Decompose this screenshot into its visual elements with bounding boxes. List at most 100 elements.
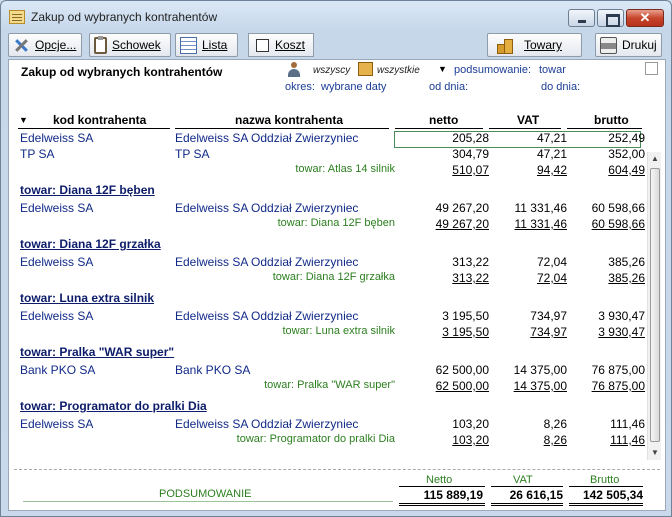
cell-nazwa: Edelweiss SA Oddział Zwierzyniec: [175, 309, 359, 323]
summary-value[interactable]: towar: [539, 64, 566, 76]
checkbox-box[interactable]: [256, 38, 269, 52]
group-header[interactable]: towar: Programator do pralki Dia: [9, 394, 653, 416]
filter-contractors[interactable]: wszyscy: [313, 65, 350, 76]
subtotal-row[interactable]: towar: Programator do pralki Dia 103,20 8,…: [9, 432, 653, 448]
subtotal-label: towar: Diana 12F grzałka: [272, 271, 395, 283]
towary-button[interactable]: Towary: [487, 33, 582, 57]
minimize-button[interactable]: [568, 9, 595, 27]
cell-brutto: 3 930,47: [598, 325, 645, 339]
maximize-button[interactable]: [597, 9, 624, 27]
filter-goods[interactable]: wszystkie: [377, 65, 420, 76]
subtotal-row[interactable]: towar: Atlas 14 silnik 510,07 94,42 604,49: [9, 162, 653, 178]
to-date-label: do dnia:: [541, 81, 581, 93]
subtotal-label: towar: Atlas 14 silnik: [295, 163, 395, 175]
group-label: towar: Pralka "WAR super": [20, 345, 175, 359]
opcje-button[interactable]: Opcje...: [8, 33, 82, 57]
footer-divider: [14, 469, 660, 470]
header-underline: [175, 128, 389, 129]
col-kod-header[interactable]: kod kontrahenta: [53, 113, 146, 128]
cell-netto: 304,79: [452, 147, 489, 161]
col-vat-header[interactable]: VAT: [517, 113, 539, 128]
group-header[interactable]: towar: Diana 12F grzałka: [9, 232, 653, 254]
scroll-down-icon[interactable]: ▼: [648, 446, 662, 460]
cell-vat: 734,97: [530, 325, 567, 339]
group-label: towar: Diana 12F grzałka: [20, 237, 161, 251]
scroll-thumb[interactable]: [650, 168, 660, 442]
footer-netto-label: Netto: [426, 474, 453, 486]
report-rows: Edelweiss SA Edelweiss SA Oddział Zwierzy…: [9, 130, 653, 448]
subtotal-row[interactable]: towar: Pralka "WAR super" 62 500,00 14 375…: [9, 378, 653, 394]
total-double-line: [399, 503, 485, 506]
close-button[interactable]: [626, 9, 664, 27]
cell-netto: 49 267,20: [435, 201, 489, 215]
group-header[interactable]: towar: Diana 12F bęben: [9, 178, 653, 200]
subtotal-label: towar: Programator do pralki Dia: [236, 433, 395, 445]
group-header[interactable]: towar: Pralka "WAR super": [9, 340, 653, 362]
vertical-scrollbar[interactable]: ▲ ▼: [647, 152, 661, 460]
cell-brutto: 60 598,66: [591, 217, 645, 231]
cell-vat: 72,04: [536, 255, 567, 269]
report-window: Zakup od wybranych kontrahentów Opcje...…: [0, 0, 672, 517]
options-checkbox[interactable]: [645, 62, 658, 75]
cell-brutto: 604,49: [608, 163, 645, 177]
summary-underline: [23, 501, 393, 502]
group-label: towar: Luna extra silnik: [20, 291, 155, 305]
subtotal-label: towar: Diana 12F bęben: [277, 217, 395, 229]
col-brutto-header[interactable]: brutto: [594, 113, 629, 128]
chevron-down-icon[interactable]: ▼: [438, 64, 447, 74]
cell-netto: 103,20: [452, 417, 489, 431]
cell-vat: 72,04: [536, 271, 567, 285]
cell-vat: 8,26: [543, 433, 567, 447]
cell-netto: 3 195,50: [442, 325, 489, 339]
cell-nazwa: Edelweiss SA Oddział Zwierzyniec: [175, 255, 359, 269]
from-date-label: od dnia:: [429, 81, 469, 93]
schowek-button[interactable]: Schowek: [89, 33, 171, 57]
cell-brutto: 111,46: [610, 433, 645, 447]
cell-vat: 14 375,00: [513, 363, 567, 377]
group-label: towar: Diana 12F bęben: [20, 183, 155, 197]
table-row[interactable]: Edelweiss SA Edelweiss SA Oddział Zwierzy…: [9, 130, 653, 148]
subtotal-label: towar: Luna extra silnik: [282, 325, 396, 337]
opcje-label: Opcje...: [35, 38, 77, 52]
table-row[interactable]: TP SA TP SA 304,79 47,21 352,00: [9, 146, 653, 162]
footer-line: [399, 486, 485, 487]
col-nazwa-header[interactable]: nazwa kontrahenta: [235, 113, 343, 128]
person-icon[interactable]: [287, 62, 301, 77]
footer-vat-label: VAT: [513, 474, 533, 486]
table-row[interactable]: Edelweiss SA Edelweiss SA Oddział Zwierzy…: [9, 416, 653, 432]
subtotal-row[interactable]: towar: Diana 12F bęben 49 267,20 11 331,46…: [9, 216, 653, 232]
table-row[interactable]: Edelweiss SA Edelweiss SA Oddział Zwierzy…: [9, 254, 653, 270]
lista-button[interactable]: Lista: [175, 33, 238, 57]
table-row[interactable]: Bank PKO SA Bank PKO SA 62 500,00 14 375,00…: [9, 362, 653, 378]
cell-kod: Edelweiss SA: [20, 201, 94, 215]
col-netto-header[interactable]: netto: [429, 113, 458, 128]
total-brutto: 142 505,34: [582, 488, 643, 502]
subtotal-row[interactable]: towar: Luna extra silnik 3 195,50 734,97 3 …: [9, 324, 653, 340]
group-header[interactable]: towar: Luna extra silnik: [9, 286, 653, 308]
cell-vat: 14 375,00: [513, 379, 567, 393]
total-double-line: [569, 503, 643, 506]
header-underline: [18, 128, 170, 129]
scroll-up-icon[interactable]: ▲: [648, 152, 662, 166]
towary-label: Towary: [524, 38, 563, 52]
table-row[interactable]: Edelweiss SA Edelweiss SA Oddział Zwierzy…: [9, 200, 653, 216]
table-row[interactable]: Edelweiss SA Edelweiss SA Oddział Zwierzy…: [9, 308, 653, 324]
sort-icon[interactable]: ▼: [19, 115, 28, 125]
drukuj-button[interactable]: Drukuj: [595, 33, 662, 57]
footer-brutto-label: Brutto: [590, 474, 620, 486]
koszt-checkbox[interactable]: Koszt: [248, 33, 314, 57]
goods-icon: [496, 37, 513, 54]
cell-brutto: 252,49: [608, 131, 645, 145]
cell-brutto: 111,46: [610, 417, 645, 431]
cell-vat: 8,26: [543, 417, 567, 431]
title-bar[interactable]: Zakup od wybranych kontrahentów: [1, 1, 671, 31]
box-icon[interactable]: [358, 62, 373, 76]
cell-vat: 11 331,46: [514, 217, 568, 231]
period-label: okres:: [285, 81, 315, 93]
subtotal-row[interactable]: towar: Diana 12F grzałka 313,22 72,04 385,2…: [9, 270, 653, 286]
period-value[interactable]: wybrane daty: [321, 81, 386, 93]
cell-brutto: 76 875,00: [591, 363, 645, 377]
list-icon: [180, 36, 197, 54]
cell-vat: 94,42: [536, 163, 567, 177]
cell-netto: 313,22: [452, 255, 489, 269]
